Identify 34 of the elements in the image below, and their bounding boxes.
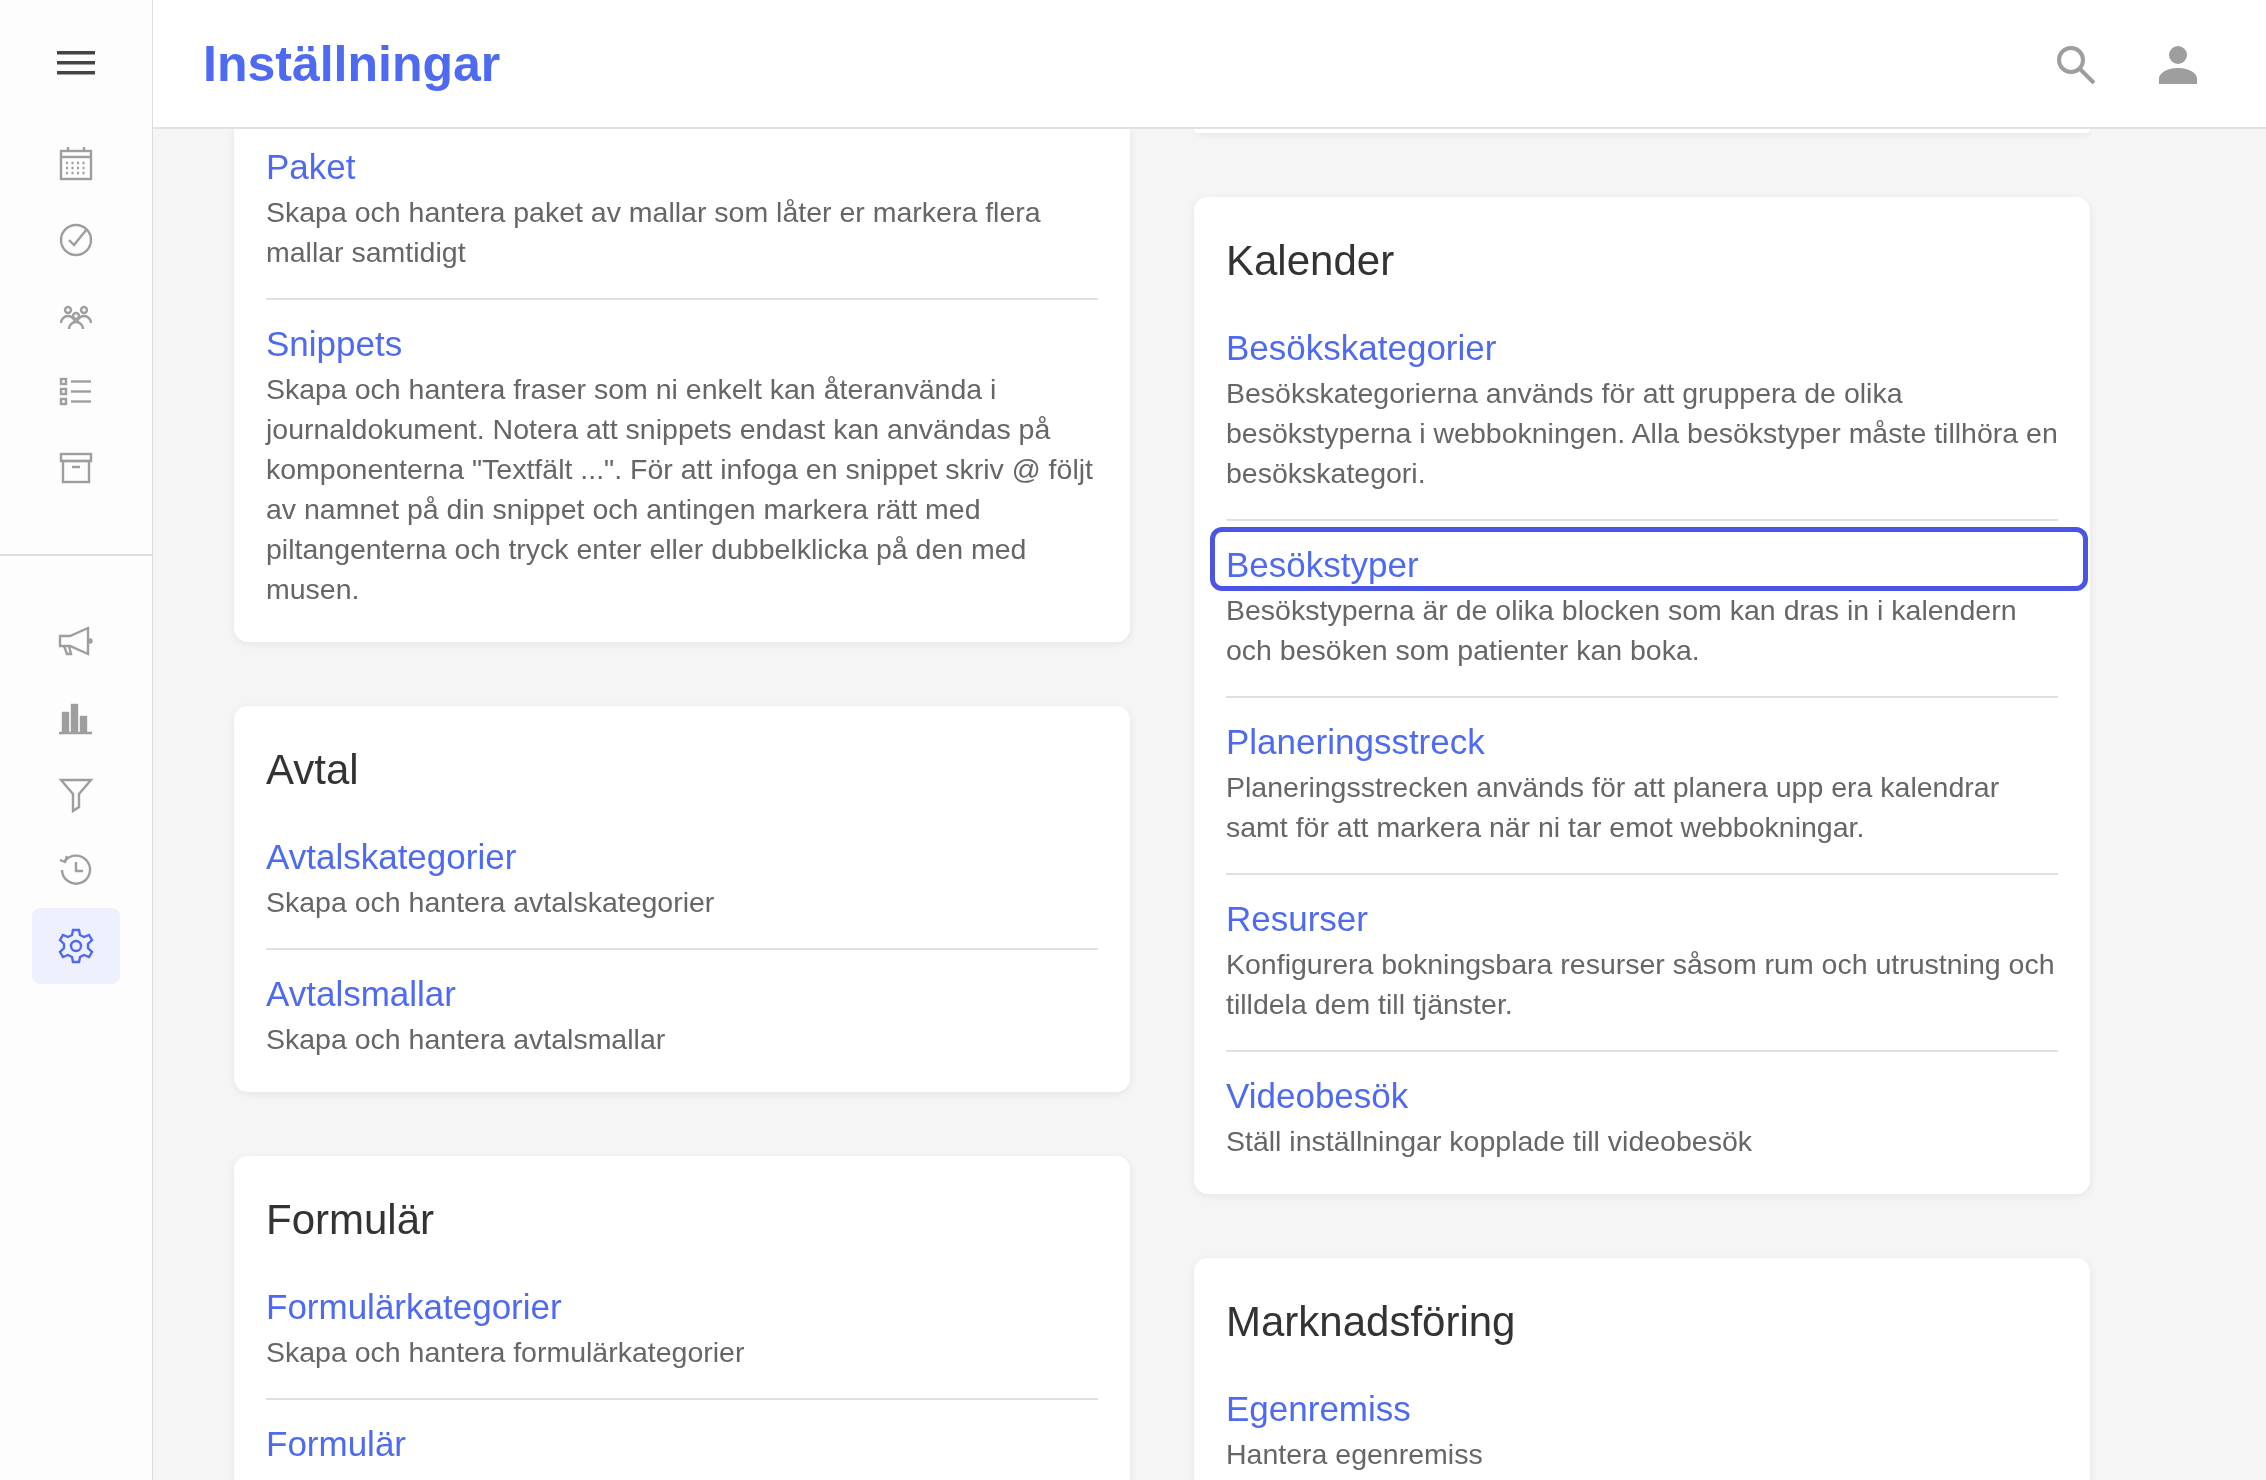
settings-link[interactable]: Egenremiss	[1226, 1389, 1411, 1429]
settings-link[interactable]: Videobesök	[1226, 1076, 1409, 1116]
setting-description: Besökstyperna är de olika blocken som kan dras in i kalendern och besöken som patienter kan boka.	[1226, 593, 2018, 668]
nav-item[interactable]	[32, 908, 120, 984]
settings-link[interactable]: Formulärkategorier	[266, 1287, 562, 1327]
card-heading: Marknadsföring	[1226, 1297, 1517, 1347]
setting-description: Skapa och hantera avtalskategorier	[266, 885, 716, 920]
menu-icon[interactable]	[57, 50, 95, 76]
settings-link[interactable]: Resurser	[1226, 899, 1368, 939]
settings-link[interactable]: Besökstyper	[1226, 545, 1419, 585]
setting-description: Planeringsstrecken används för att planera upp era kalendrar samt för att markera när ni tar emot webbokningar.	[1226, 770, 2001, 845]
settings-link[interactable]: Avtalsmallar	[266, 974, 456, 1014]
settings-link[interactable]: Paket	[266, 147, 356, 187]
setting-description: Skapa och hantera fraser som ni enkelt kan återanvända i journaldokument. Notera att snippets endast kan användas på komponenterna "Textfält ...". För att infoga en snippet skriv @ följt av namnet på din snippet och antingen markera rätt med piltangenterna och tryck enter eller dubbelklicka på den med musen.	[266, 372, 1094, 607]
setting-description: Skapa och hantera paket av mallar som låter er markera flera mallar samtidigt	[266, 195, 1042, 270]
setting-description: Skapa och hantera formulärkategorier	[266, 1335, 746, 1370]
settings-link[interactable]: Avtalskategorier	[266, 837, 517, 877]
check-circle-icon	[57, 221, 95, 259]
settings-link[interactable]: Formulär	[266, 1424, 407, 1464]
setting-description: Besökskategorierna används för att gruppera de olika besökstyperna i webbokningen. Alla besökstyper måste tillhöra en besökskategori.	[1226, 376, 2058, 491]
setting-description: Hantera egenremiss	[1226, 1437, 1484, 1472]
card-heading: Avtal	[266, 745, 360, 795]
settings-link[interactable]: Planeringsstreck	[1226, 722, 1485, 762]
setting-description: Skapa och hantera avtalsmallar	[266, 1022, 667, 1057]
settings-link[interactable]: Besökskategorier	[1226, 328, 1497, 368]
card-heading: Formulär	[266, 1195, 436, 1245]
calendar-icon	[57, 145, 95, 183]
setting-description: Ställ inställningar kopplade till videobesök	[1226, 1124, 1753, 1159]
page-title: Inställningar	[203, 34, 502, 93]
settings-link[interactable]: Snippets	[266, 324, 403, 364]
settings-icon	[57, 927, 95, 965]
card-heading: Kalender	[1226, 236, 1396, 286]
setting-description: Konfigurera bokningsbara resurser såsom rum och utrustning och tilldela dem till tjänster.	[1226, 947, 2056, 1022]
user-icon[interactable]	[2158, 43, 2198, 84]
